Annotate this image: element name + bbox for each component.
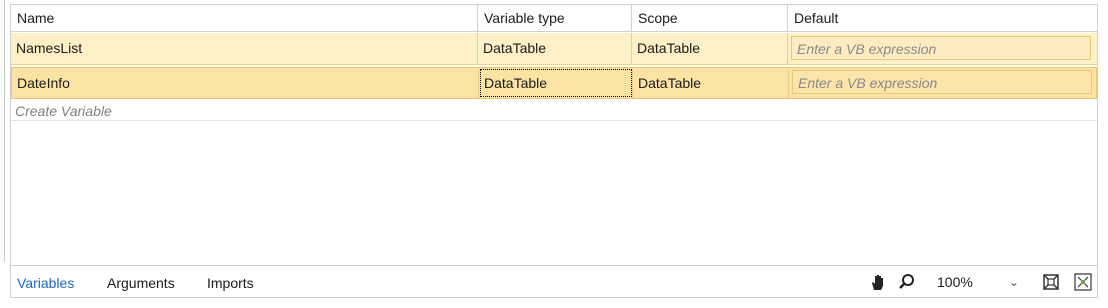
default-value-input[interactable]: Enter a VB expression <box>792 70 1092 94</box>
magnifier-icon[interactable] <box>897 272 917 292</box>
variable-type-cell[interactable]: DataTable <box>479 68 633 98</box>
column-header-scope[interactable]: Scope <box>632 5 788 31</box>
variable-row[interactable]: NamesList DataTable DataTable Enter a VB… <box>11 33 1097 65</box>
panel-left-edge <box>0 0 5 262</box>
variable-name-cell[interactable]: NamesList <box>11 33 478 64</box>
grid-header: Name Variable type Scope Default <box>11 5 1097 32</box>
default-value-input[interactable]: Enter a VB expression <box>791 36 1091 60</box>
column-header-name[interactable]: Name <box>11 5 478 31</box>
variable-scope-cell[interactable]: DataTable <box>632 33 788 64</box>
variable-scope-cell[interactable]: DataTable <box>633 68 789 98</box>
column-header-default[interactable]: Default <box>788 5 1097 31</box>
tab-variables[interactable]: Variables <box>17 272 74 294</box>
variable-name-cell[interactable]: DateInfo <box>12 68 479 98</box>
create-variable-row[interactable]: Create Variable <box>11 101 1097 121</box>
fit-to-screen-icon[interactable] <box>1041 272 1061 292</box>
variable-row-selected[interactable]: DateInfo DataTable DataTable Enter a VB … <box>11 67 1097 99</box>
column-header-variable-type[interactable]: Variable type <box>478 5 632 31</box>
overview-icon[interactable] <box>1073 272 1093 292</box>
tab-imports[interactable]: Imports <box>207 272 254 294</box>
hand-icon[interactable] <box>868 272 888 292</box>
designer-bottom-bar: Variables Arguments Imports 100% ⌄ <box>10 266 1098 298</box>
chevron-down-icon: ⌄ <box>1008 275 1019 289</box>
tab-arguments[interactable]: Arguments <box>107 272 175 294</box>
variables-grid: Name Variable type Scope Default NamesLi… <box>10 4 1098 266</box>
zoom-level-value: 100% <box>937 274 973 290</box>
variable-type-cell[interactable]: DataTable <box>478 33 632 64</box>
zoom-level-select[interactable]: 100% ⌄ <box>931 271 1027 293</box>
